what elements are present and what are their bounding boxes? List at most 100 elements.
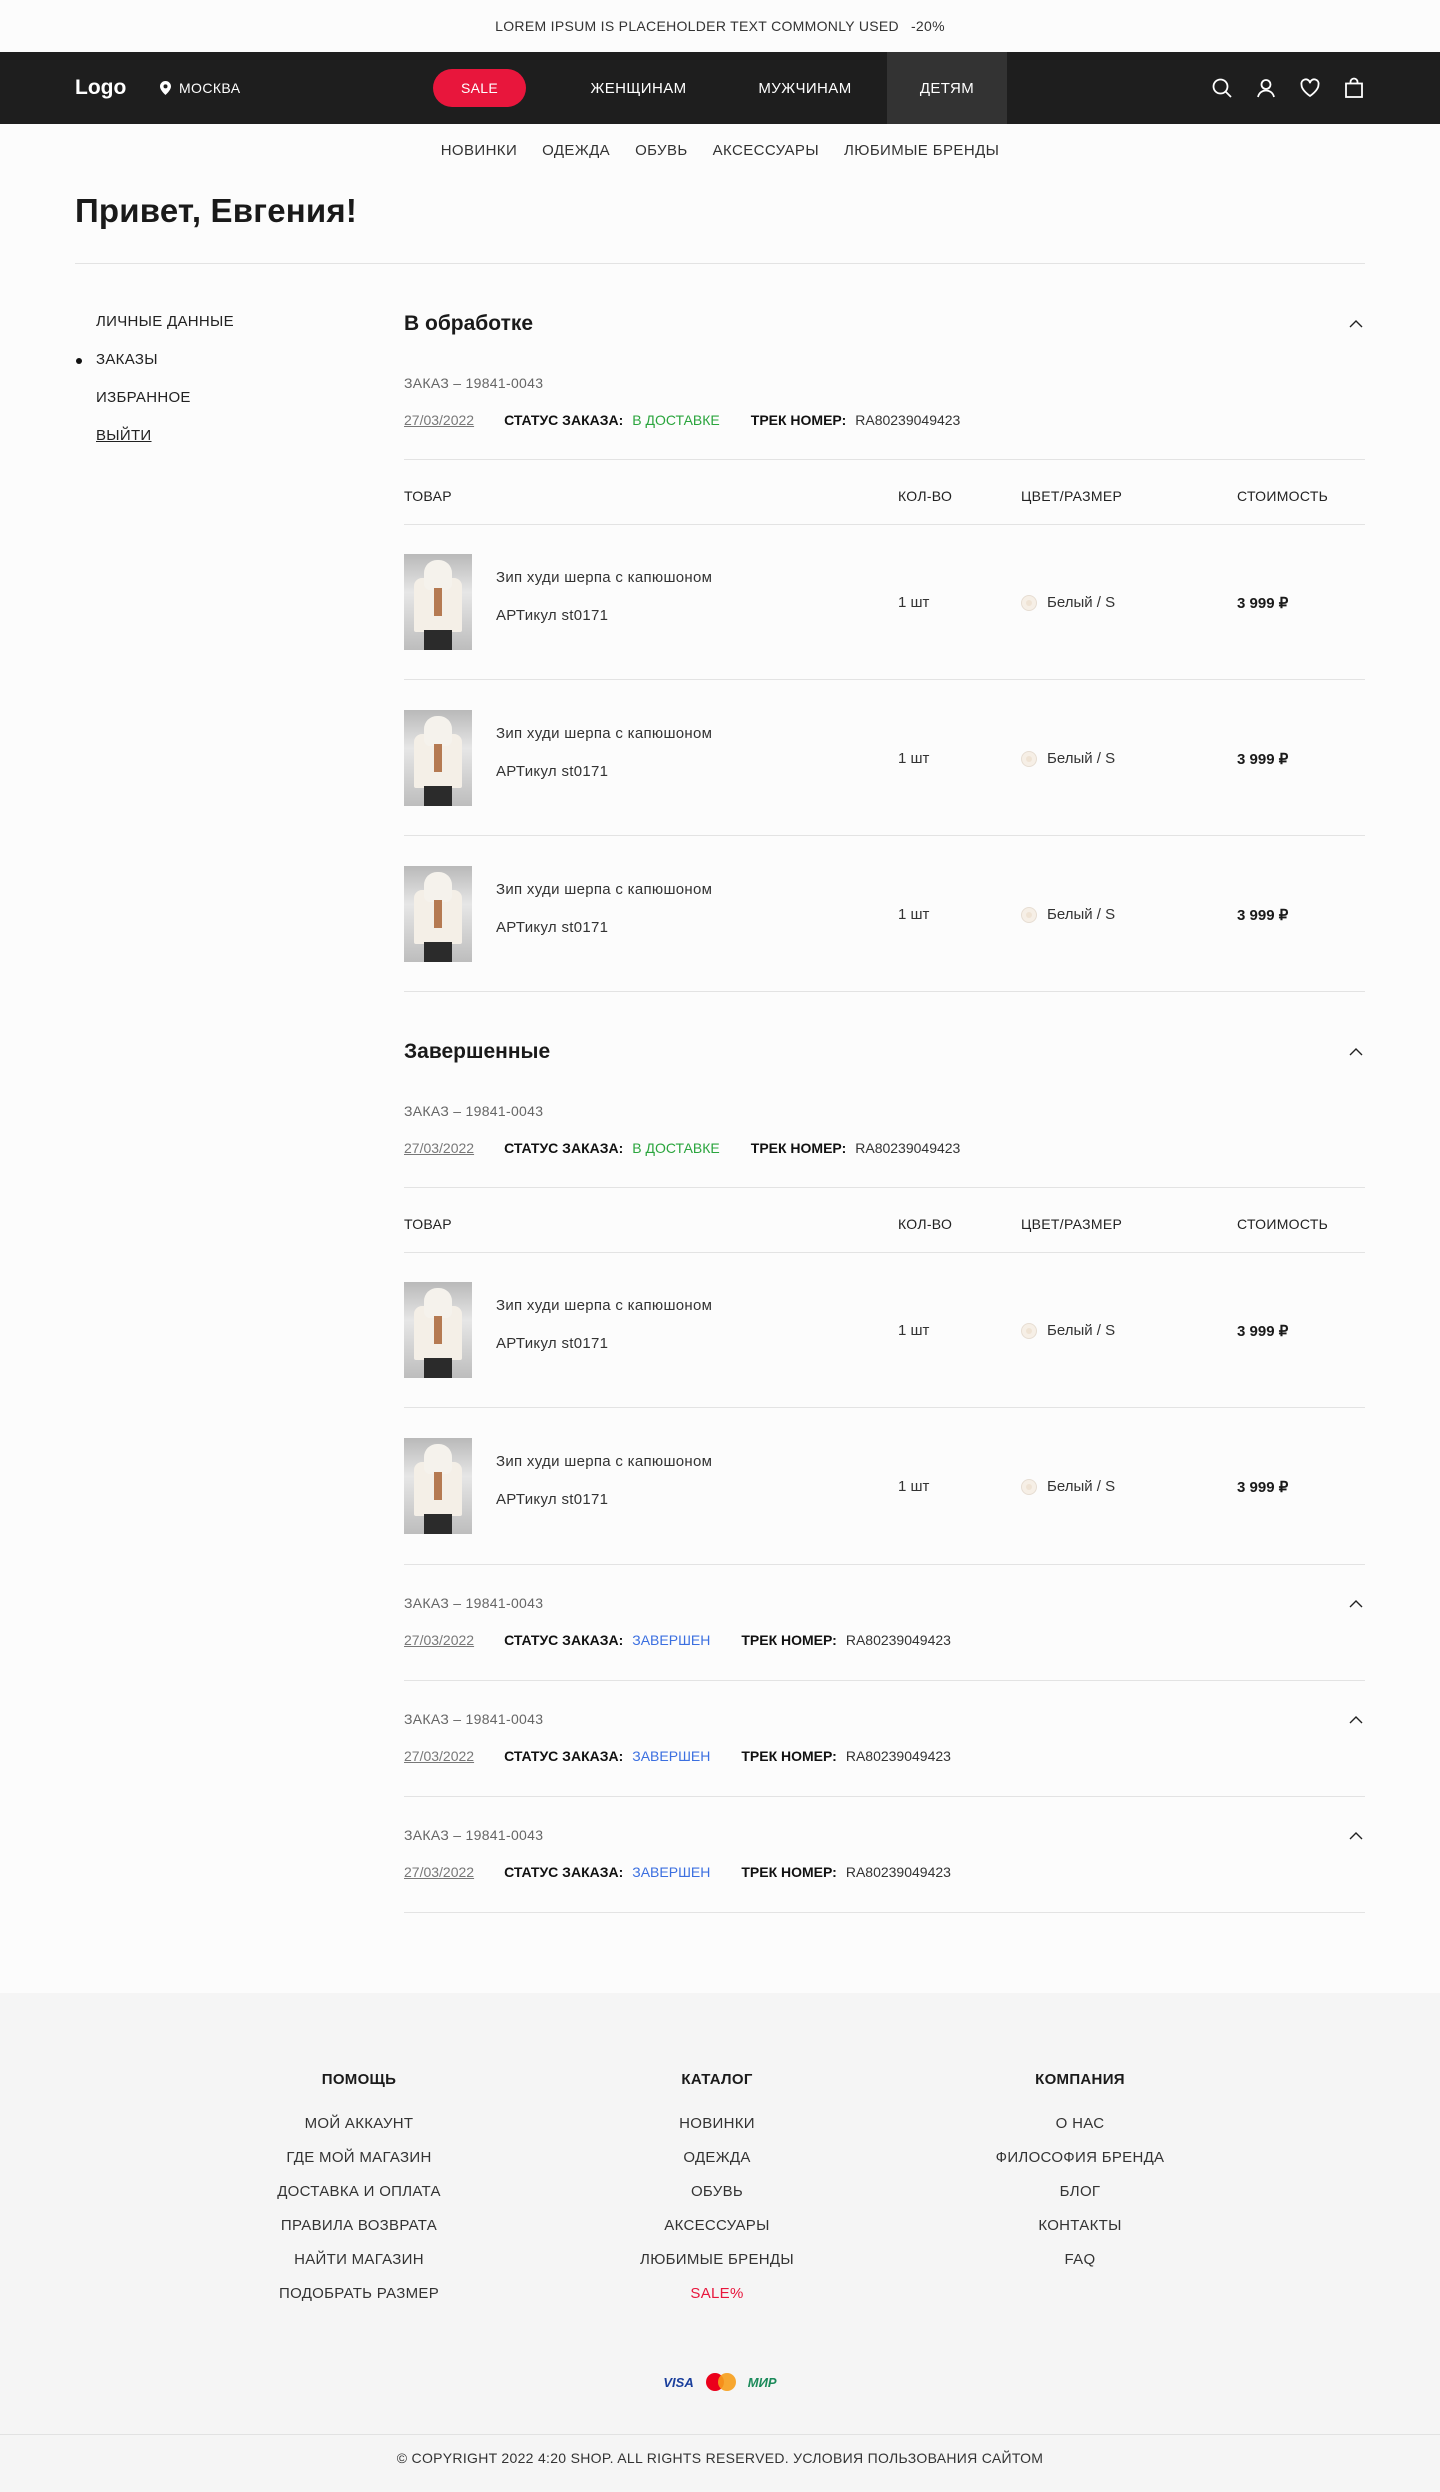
product-article: АРТикул st0171 [496,1491,609,1508]
table-row: Зип худи шерпа с капюшоном АРТикул st017… [404,1408,1365,1564]
subnav-clothes[interactable]: ОДЕЖДА [542,142,610,159]
footer-link[interactable]: НОВИНКИ [567,2113,867,2147]
footer-link[interactable]: ФИЛОСОФИЯ БРЕНДА [930,2147,1230,2181]
footer-link[interactable]: ОДЕЖДА [567,2147,867,2181]
order-number: ЗАКАЗ – 19841-0043 [404,1827,544,1843]
col-color-size: ЦВЕТ/РАЗМЕР [1021,1216,1123,1232]
footer-link[interactable]: ДОСТАВКА И ОПЛАТА [209,2181,509,2215]
order-date[interactable]: 27/03/2022 [404,1748,474,1764]
chevron-up-icon[interactable] [1347,1595,1365,1613]
user-icon[interactable] [1255,77,1277,99]
order-meta: 27/03/2022 СТАТУС ЗАКАЗА: ЗАВЕРШЕН ТРЕК … [404,1632,951,1648]
table-row: Зип худи шерпа с капюшоном АРТикул st017… [404,1252,1365,1408]
footer-link[interactable]: МОЙ АККАУНТ [209,2113,509,2147]
chevron-up-icon[interactable] [1347,315,1365,333]
subnav-shoes[interactable]: ОБУВЬ [635,142,688,159]
order-meta: 27/03/2022 СТАТУС ЗАКАЗА: ЗАВЕРШЕН ТРЕК … [404,1748,951,1764]
subnav-brands[interactable]: ЛЮБИМЫЕ БРЕНДЫ [844,142,999,159]
track-number: RA80239049423 [855,1140,961,1156]
product-name[interactable]: Зип худи шерпа с капюшоном [496,1453,712,1470]
divider [404,1796,1365,1797]
sidebar-item-personal[interactable]: ЛИЧНЫЕ ДАННЫЕ [96,310,234,348]
chevron-up-icon[interactable] [1347,1827,1365,1845]
footer-link[interactable]: ПРАВИЛА ВОЗВРАТА [209,2215,509,2249]
footer-link[interactable]: БЛОГ [930,2181,1230,2215]
footer-link[interactable]: НАЙТИ МАГАЗИН [209,2249,509,2283]
sidebar-item-orders[interactable]: ЗАКАЗЫ [76,348,234,386]
product-price: 3 999 ₽ [1237,907,1289,924]
col-qty: КОЛ-ВО [898,488,953,504]
section-title-completed: Завершенные [404,1040,551,1063]
product-color-size: Белый / S [1047,750,1116,767]
promo-discount: -20% [910,18,945,34]
product-name[interactable]: Зип худи шерпа с капюшоном [496,569,712,586]
nav-women[interactable]: ЖЕНЩИНАМ [566,52,711,124]
divider [404,991,1365,992]
order-number: ЗАКАЗ – 19841-0043 [404,1103,544,1119]
sidebar-item-favorites[interactable]: ИЗБРАННОЕ [96,386,234,424]
footer-heading: ПОМОЩЬ [321,2071,397,2088]
order-date[interactable]: 27/03/2022 [404,1632,474,1648]
section-title-processing: В обработке [404,312,534,335]
city-selector[interactable]: МОСКВА [160,52,240,124]
product-color-size: Белый / S [1047,1322,1116,1339]
product-image[interactable] [404,1438,472,1534]
order-date[interactable]: 27/03/2022 [404,1864,474,1880]
status-badge: ЗАВЕРШЕН [632,1632,711,1648]
table-row: Зип худи шерпа с капюшоном АРТикул st017… [404,524,1365,680]
col-product: ТОВАР [404,1216,452,1232]
product-image[interactable] [404,866,472,962]
product-image[interactable] [404,710,472,806]
nav-sale-button[interactable]: SALE [433,69,526,107]
col-price: СТОИМОСТЬ [1237,488,1329,504]
product-name[interactable]: Зип худи шерпа с капюшоном [496,1297,712,1314]
col-color-size: ЦВЕТ/РАЗМЕР [1021,488,1123,504]
divider [75,263,1365,264]
product-image[interactable] [404,1282,472,1378]
divider [404,1564,1365,1565]
footer-link[interactable]: О НАС [930,2113,1230,2147]
payment-methods: VISA МИР [0,2373,1440,2391]
footer-link-sale[interactable]: SALE% [567,2283,867,2317]
chevron-up-icon[interactable] [1347,1043,1365,1061]
shopping-bag-icon[interactable] [1343,77,1365,99]
footer-link[interactable]: FAQ [930,2249,1230,2283]
nav-kids[interactable]: ДЕТЯМ [887,52,1007,124]
track-number: RA80239049423 [855,412,961,428]
order-meta: 27/03/2022 СТАТУС ЗАКАЗА: В ДОСТАВКЕ ТРЕ… [404,1140,960,1156]
sidebar-item-logout[interactable]: ВЫЙТИ [96,424,234,462]
order-date[interactable]: 27/03/2022 [404,412,474,428]
product-qty: 1 шт [898,1478,930,1495]
search-icon[interactable] [1211,77,1233,99]
mir-logo: МИР [747,2374,777,2390]
footer-link[interactable]: ГДЕ МОЙ МАГАЗИН [209,2147,509,2181]
product-qty: 1 шт [898,1322,930,1339]
footer-link[interactable]: ПОДОБРАТЬ РАЗМЕР [209,2283,509,2317]
footer-link[interactable]: ЛЮБИМЫЕ БРЕНДЫ [567,2249,867,2283]
product-name[interactable]: Зип худи шерпа с капюшоном [496,725,712,742]
logo[interactable]: Logo [75,52,126,124]
col-qty: КОЛ-ВО [898,1216,953,1232]
color-swatch [1021,1323,1037,1339]
order-date[interactable]: 27/03/2022 [404,1140,474,1156]
status-badge: В ДОСТАВКЕ [632,1140,720,1156]
track-number: RA80239049423 [845,1748,951,1764]
city-label: МОСКВА [179,80,241,96]
footer-link[interactable]: КОНТАКТЫ [930,2215,1230,2249]
product-color-size: Белый / S [1047,594,1116,611]
subnav-accessories[interactable]: АКСЕССУАРЫ [713,142,819,159]
col-price: СТОИМОСТЬ [1237,1216,1329,1232]
nav-men[interactable]: МУЖЧИНАМ [735,52,875,124]
heart-icon[interactable] [1299,77,1321,99]
chevron-up-icon[interactable] [1347,1711,1365,1729]
product-name[interactable]: Зип худи шерпа с капюшоном [496,881,712,898]
subnav-new[interactable]: НОВИНКИ [441,142,517,159]
account-sidebar: ЛИЧНЫЕ ДАННЫЕ ЗАКАЗЫ ИЗБРАННОЕ ВЫЙТИ [76,310,234,462]
product-price: 3 999 ₽ [1237,595,1289,612]
category-subnav: НОВИНКИ ОДЕЖДА ОБУВЬ АКСЕССУАРЫ ЛЮБИМЫЕ … [0,124,1440,176]
footer-link[interactable]: ОБУВЬ [567,2181,867,2215]
table-header: ТОВАР КОЛ-ВО ЦВЕТ/РАЗМЕР СТОИМОСТЬ [404,1216,1365,1236]
order-number: ЗАКАЗ – 19841-0043 [404,375,544,391]
product-image[interactable] [404,554,472,650]
footer-link[interactable]: АКСЕССУАРЫ [567,2215,867,2249]
